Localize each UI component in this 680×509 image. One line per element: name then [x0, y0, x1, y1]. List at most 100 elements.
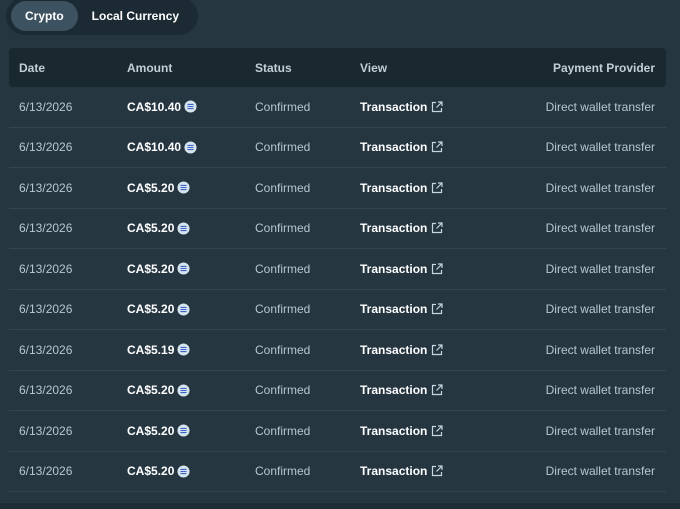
- cell-date: 6/13/2026: [19, 221, 73, 236]
- crypto-coin-icon: [184, 100, 197, 113]
- amount-value: CA$5.19: [127, 342, 175, 357]
- cell-status: Confirmed: [255, 261, 311, 276]
- cell-view: Transaction: [360, 100, 510, 114]
- cell-date: 6/13/2026: [19, 140, 73, 155]
- column-header-status: Status: [255, 60, 292, 75]
- amount-value: CA$5.20: [127, 464, 175, 479]
- cell-payment-provider: Direct wallet transfer: [545, 221, 655, 236]
- tab-local-currency[interactable]: Local Currency: [78, 1, 193, 31]
- crypto-coin-icon: [177, 222, 190, 235]
- cell-amount: CA$5.20: [127, 221, 255, 235]
- cell-status: Confirmed: [255, 423, 311, 438]
- cell-status: Confirmed: [255, 140, 311, 155]
- table-row: 6/13/2026 CA$5.20 Confirmed Transaction …: [9, 371, 666, 411]
- crypto-coin-icon: [177, 424, 190, 437]
- cell-status: Confirmed: [255, 342, 311, 357]
- amount-value: CA$5.20: [127, 423, 175, 438]
- cell-payment-provider: Direct wallet transfer: [545, 423, 655, 438]
- table-body: 6/13/2026 CA$10.40 Confirmed Transaction…: [9, 87, 666, 492]
- cell-date: 6/13/2026: [19, 180, 73, 195]
- cell-date: 6/13/2026: [19, 464, 73, 479]
- transaction-link[interactable]: Transaction: [360, 302, 427, 316]
- crypto-coin-icon: [177, 465, 190, 478]
- cell-view: Transaction: [360, 140, 510, 154]
- amount-value: CA$5.20: [127, 261, 175, 276]
- cell-payment-provider: Direct wallet transfer: [545, 464, 655, 479]
- amount-value: CA$10.40: [127, 99, 182, 114]
- cell-payment-provider: Direct wallet transfer: [545, 383, 655, 398]
- transaction-link[interactable]: Transaction: [360, 100, 427, 114]
- external-link-icon[interactable]: [431, 222, 443, 234]
- external-link-icon[interactable]: [431, 384, 443, 396]
- cell-view: Transaction: [360, 464, 510, 478]
- cell-amount: CA$5.20: [127, 464, 255, 478]
- amount-value: CA$10.40: [127, 140, 182, 155]
- cell-amount: CA$5.19: [127, 343, 255, 357]
- cell-view: Transaction: [360, 262, 510, 276]
- transactions-table: Date Amount Status View Payment Provider…: [9, 48, 666, 492]
- cell-amount: CA$10.40: [127, 140, 255, 154]
- amount-value: CA$5.20: [127, 383, 175, 398]
- external-link-icon[interactable]: [431, 182, 443, 194]
- cell-amount: CA$10.40: [127, 100, 255, 114]
- cell-payment-provider: Direct wallet transfer: [545, 302, 655, 317]
- crypto-coin-icon: [177, 262, 190, 275]
- cell-payment-provider: Direct wallet transfer: [545, 261, 655, 276]
- cell-date: 6/13/2026: [19, 99, 73, 114]
- table-row: 6/13/2026 CA$5.20 Confirmed Transaction …: [9, 290, 666, 330]
- cell-status: Confirmed: [255, 180, 311, 195]
- transaction-link[interactable]: Transaction: [360, 464, 427, 478]
- cell-status: Confirmed: [255, 99, 311, 114]
- cell-amount: CA$5.20: [127, 383, 255, 397]
- table-row: 6/13/2026 CA$5.20 Confirmed Transaction …: [9, 168, 666, 209]
- cell-view: Transaction: [360, 383, 510, 397]
- cell-date: 6/13/2026: [19, 302, 73, 317]
- cell-status: Confirmed: [255, 221, 311, 236]
- column-header-payment-provider: Payment Provider: [552, 60, 655, 75]
- cell-amount: CA$5.20: [127, 181, 255, 195]
- transaction-link[interactable]: Transaction: [360, 262, 427, 276]
- external-link-icon[interactable]: [431, 344, 443, 356]
- page-bottom-edge: [0, 503, 680, 509]
- external-link-icon[interactable]: [431, 465, 443, 477]
- table-row: 6/13/2026 CA$10.40 Confirmed Transaction…: [9, 128, 666, 168]
- table-header: Date Amount Status View Payment Provider: [9, 48, 666, 87]
- table-row: 6/13/2026 CA$5.20 Confirmed Transaction …: [9, 249, 666, 290]
- cell-status: Confirmed: [255, 302, 311, 317]
- tab-crypto[interactable]: Crypto: [11, 1, 78, 31]
- cell-view: Transaction: [360, 221, 510, 235]
- cell-view: Transaction: [360, 181, 510, 195]
- external-link-icon[interactable]: [431, 101, 443, 113]
- cell-amount: CA$5.20: [127, 424, 255, 438]
- cell-payment-provider: Direct wallet transfer: [545, 140, 655, 155]
- external-link-icon[interactable]: [431, 425, 443, 437]
- cell-view: Transaction: [360, 343, 510, 357]
- amount-value: CA$5.20: [127, 180, 175, 195]
- cell-payment-provider: Direct wallet transfer: [545, 342, 655, 357]
- cell-date: 6/13/2026: [19, 261, 73, 276]
- transaction-link[interactable]: Transaction: [360, 140, 427, 154]
- crypto-coin-icon: [177, 303, 190, 316]
- column-header-amount: Amount: [127, 60, 173, 75]
- transaction-link[interactable]: Transaction: [360, 383, 427, 397]
- transactions-page: Crypto Local Currency Date Amount Status…: [0, 0, 680, 509]
- transaction-link[interactable]: Transaction: [360, 424, 427, 438]
- external-link-icon[interactable]: [431, 303, 443, 315]
- cell-amount: CA$5.20: [127, 302, 255, 316]
- amount-value: CA$5.20: [127, 221, 175, 236]
- amount-value: CA$5.20: [127, 302, 175, 317]
- currency-toggle: Crypto Local Currency: [6, 0, 199, 35]
- crypto-coin-icon: [177, 384, 190, 397]
- table-row: 6/13/2026 CA$5.20 Confirmed Transaction …: [9, 452, 666, 492]
- column-header-date: Date: [19, 60, 46, 75]
- cell-view: Transaction: [360, 424, 510, 438]
- external-link-icon[interactable]: [431, 263, 443, 275]
- transaction-link[interactable]: Transaction: [360, 221, 427, 235]
- table-row: 6/13/2026 CA$5.20 Confirmed Transaction …: [9, 411, 666, 452]
- transaction-link[interactable]: Transaction: [360, 181, 427, 195]
- cell-amount: CA$5.20: [127, 262, 255, 276]
- table-row: 6/13/2026 CA$5.20 Confirmed Transaction …: [9, 209, 666, 249]
- external-link-icon[interactable]: [431, 141, 443, 153]
- transaction-link[interactable]: Transaction: [360, 343, 427, 357]
- cell-payment-provider: Direct wallet transfer: [545, 99, 655, 114]
